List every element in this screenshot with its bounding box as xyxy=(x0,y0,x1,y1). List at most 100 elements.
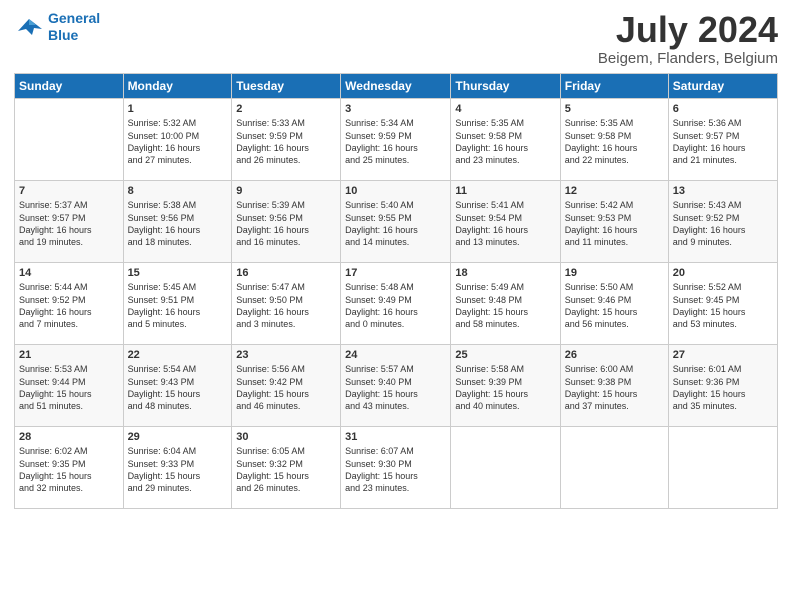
calendar-cell: 30Sunrise: 6:05 AMSunset: 9:32 PMDayligh… xyxy=(232,426,341,508)
day-number: 26 xyxy=(565,348,664,363)
day-info-line: Sunset: 9:43 PM xyxy=(128,376,228,388)
day-info-line: Sunset: 9:54 PM xyxy=(455,212,555,224)
day-info-line: Sunrise: 6:00 AM xyxy=(565,363,664,375)
day-info-line: and 37 minutes. xyxy=(565,400,664,412)
day-info-line: Daylight: 15 hours xyxy=(455,388,555,400)
weekday-header-monday: Monday xyxy=(123,73,232,98)
day-number: 5 xyxy=(565,102,664,117)
weekday-header-row: SundayMondayTuesdayWednesdayThursdayFrid… xyxy=(15,73,778,98)
day-info-line: and 19 minutes. xyxy=(19,236,119,248)
day-info-line: Daylight: 16 hours xyxy=(345,224,446,236)
day-info-line: Sunrise: 5:49 AM xyxy=(455,281,555,293)
day-number: 20 xyxy=(673,266,773,281)
day-info-line: Daylight: 16 hours xyxy=(236,142,336,154)
calendar-cell: 31Sunrise: 6:07 AMSunset: 9:30 PMDayligh… xyxy=(341,426,451,508)
calendar-cell: 9Sunrise: 5:39 AMSunset: 9:56 PMDaylight… xyxy=(232,180,341,262)
logo: General Blue xyxy=(14,10,100,44)
day-number: 17 xyxy=(345,266,446,281)
day-info-line: Sunset: 9:59 PM xyxy=(236,130,336,142)
day-info-line: and 16 minutes. xyxy=(236,236,336,248)
day-info-line: Sunrise: 6:02 AM xyxy=(19,445,119,457)
day-number: 10 xyxy=(345,184,446,199)
day-info-line: Daylight: 15 hours xyxy=(128,470,228,482)
day-info-line: Daylight: 16 hours xyxy=(236,224,336,236)
calendar-cell: 4Sunrise: 5:35 AMSunset: 9:58 PMDaylight… xyxy=(451,98,560,180)
day-info-line: Sunset: 9:52 PM xyxy=(19,294,119,306)
calendar-cell: 13Sunrise: 5:43 AMSunset: 9:52 PMDayligh… xyxy=(668,180,777,262)
day-info-line: Daylight: 15 hours xyxy=(19,388,119,400)
day-info-line: Sunset: 10:00 PM xyxy=(128,130,228,142)
day-info-line: Sunset: 9:30 PM xyxy=(345,458,446,470)
day-info-line: Sunset: 9:48 PM xyxy=(455,294,555,306)
logo-icon xyxy=(14,15,44,39)
day-info-line: Sunrise: 5:56 AM xyxy=(236,363,336,375)
day-info-line: Sunrise: 5:38 AM xyxy=(128,199,228,211)
day-info-line: and 26 minutes. xyxy=(236,482,336,494)
calendar-cell: 5Sunrise: 5:35 AMSunset: 9:58 PMDaylight… xyxy=(560,98,668,180)
day-info-line: and 58 minutes. xyxy=(455,318,555,330)
day-number: 27 xyxy=(673,348,773,363)
day-info-line: Sunrise: 5:44 AM xyxy=(19,281,119,293)
day-info-line: Daylight: 15 hours xyxy=(345,388,446,400)
day-info-line: and 11 minutes. xyxy=(565,236,664,248)
calendar-cell: 14Sunrise: 5:44 AMSunset: 9:52 PMDayligh… xyxy=(15,262,124,344)
weekday-header-sunday: Sunday xyxy=(15,73,124,98)
day-info-line: Sunset: 9:40 PM xyxy=(345,376,446,388)
day-info-line: Daylight: 16 hours xyxy=(128,224,228,236)
day-number: 23 xyxy=(236,348,336,363)
day-number: 14 xyxy=(19,266,119,281)
day-number: 30 xyxy=(236,430,336,445)
day-info-line: and 13 minutes. xyxy=(455,236,555,248)
calendar-cell: 10Sunrise: 5:40 AMSunset: 9:55 PMDayligh… xyxy=(341,180,451,262)
day-info-line: and 35 minutes. xyxy=(673,400,773,412)
day-info-line: Daylight: 16 hours xyxy=(565,142,664,154)
day-info-line: Daylight: 15 hours xyxy=(236,470,336,482)
day-info-line: and 29 minutes. xyxy=(128,482,228,494)
month-title: July 2024 xyxy=(598,10,778,50)
day-info-line: Sunset: 9:32 PM xyxy=(236,458,336,470)
day-info-line: Sunset: 9:56 PM xyxy=(236,212,336,224)
day-number: 13 xyxy=(673,184,773,199)
calendar-cell xyxy=(451,426,560,508)
title-block: July 2024 Beigem, Flanders, Belgium xyxy=(598,10,778,67)
day-info-line: Sunrise: 6:05 AM xyxy=(236,445,336,457)
day-number: 19 xyxy=(565,266,664,281)
calendar-cell: 26Sunrise: 6:00 AMSunset: 9:38 PMDayligh… xyxy=(560,344,668,426)
week-row-0: 1Sunrise: 5:32 AMSunset: 10:00 PMDayligh… xyxy=(15,98,778,180)
calendar-cell: 16Sunrise: 5:47 AMSunset: 9:50 PMDayligh… xyxy=(232,262,341,344)
day-number: 16 xyxy=(236,266,336,281)
day-info-line: Daylight: 16 hours xyxy=(455,224,555,236)
day-info-line: Sunrise: 6:01 AM xyxy=(673,363,773,375)
calendar-cell: 2Sunrise: 5:33 AMSunset: 9:59 PMDaylight… xyxy=(232,98,341,180)
day-info-line: and 56 minutes. xyxy=(565,318,664,330)
calendar-cell: 19Sunrise: 5:50 AMSunset: 9:46 PMDayligh… xyxy=(560,262,668,344)
day-info-line: Sunrise: 5:37 AM xyxy=(19,199,119,211)
day-number: 9 xyxy=(236,184,336,199)
calendar-cell xyxy=(668,426,777,508)
calendar-cell xyxy=(560,426,668,508)
day-info-line: Sunrise: 5:39 AM xyxy=(236,199,336,211)
day-number: 28 xyxy=(19,430,119,445)
week-row-3: 21Sunrise: 5:53 AMSunset: 9:44 PMDayligh… xyxy=(15,344,778,426)
day-info-line: Daylight: 16 hours xyxy=(128,142,228,154)
calendar-cell: 28Sunrise: 6:02 AMSunset: 9:35 PMDayligh… xyxy=(15,426,124,508)
header-row: General Blue July 2024 Beigem, Flanders,… xyxy=(14,10,778,67)
calendar-cell: 1Sunrise: 5:32 AMSunset: 10:00 PMDayligh… xyxy=(123,98,232,180)
week-row-1: 7Sunrise: 5:37 AMSunset: 9:57 PMDaylight… xyxy=(15,180,778,262)
day-info-line: Daylight: 16 hours xyxy=(565,224,664,236)
day-info-line: and 53 minutes. xyxy=(673,318,773,330)
day-info-line: Sunrise: 5:33 AM xyxy=(236,117,336,129)
day-info-line: Sunrise: 5:52 AM xyxy=(673,281,773,293)
day-info-line: Daylight: 15 hours xyxy=(455,306,555,318)
calendar-cell: 24Sunrise: 5:57 AMSunset: 9:40 PMDayligh… xyxy=(341,344,451,426)
day-info-line: Sunset: 9:55 PM xyxy=(345,212,446,224)
week-row-4: 28Sunrise: 6:02 AMSunset: 9:35 PMDayligh… xyxy=(15,426,778,508)
day-number: 31 xyxy=(345,430,446,445)
location-title: Beigem, Flanders, Belgium xyxy=(598,50,778,67)
calendar-cell: 3Sunrise: 5:34 AMSunset: 9:59 PMDaylight… xyxy=(341,98,451,180)
day-info-line: Sunset: 9:44 PM xyxy=(19,376,119,388)
day-info-line: Sunrise: 5:57 AM xyxy=(345,363,446,375)
day-info-line: Sunrise: 5:50 AM xyxy=(565,281,664,293)
logo-text: General Blue xyxy=(48,10,100,44)
day-number: 2 xyxy=(236,102,336,117)
